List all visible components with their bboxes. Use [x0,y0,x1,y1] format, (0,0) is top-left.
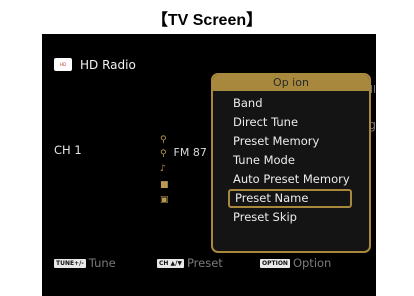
ch-key-icon: CH ▲/▼ [157,259,184,268]
album-icon: ▣ [160,195,169,205]
hint-preset: CH ▲/▼ Preset [157,256,223,270]
menu-item-tune-mode[interactable]: Tune Mode [233,151,363,170]
hd-radio-logo-icon: HD Radio [54,58,72,71]
hint-preset-label: Preset [186,256,223,270]
person-icon: ■ [160,180,169,190]
hint-option: OPTION Option [260,256,331,270]
source-label: HD Radio [80,58,136,72]
hint-option-label: Option [292,256,332,270]
option-key-icon: OPTION [260,259,290,268]
station-label: FM 87 [173,146,207,159]
menu-item-direct-tune[interactable]: Direct Tune [233,113,363,132]
option-menu-title: Op ion [213,75,369,91]
hint-tune: TUNE+/- Tune [54,256,116,270]
menu-item-band[interactable]: Band [233,94,363,113]
info-row-signal: ⚲ [160,132,170,145]
music-note-icon: ♪ [160,164,166,174]
channel-label: CH 1 [54,143,82,157]
tune-key-icon: TUNE+/- [54,259,86,268]
option-menu: Op ion Band Direct Tune Preset Memory Tu… [211,73,371,253]
info-row-artist: ■ [160,177,170,190]
hint-tune-label: Tune [88,256,116,270]
menu-item-preset-skip[interactable]: Preset Skip [233,208,363,227]
antenna-icon: ⚲ [160,135,167,145]
info-row-station: ⚲ FM 87 [160,146,207,159]
menu-item-auto-preset-memory[interactable]: Auto Preset Memory [233,170,363,189]
menu-item-preset-memory[interactable]: Preset Memory [233,132,363,151]
antenna-icon: ⚲ [160,149,167,159]
tv-screen: HD Radio HD Radio CH 1 ⚲ ⚲ FM 87 ♪ ■ ▣ i… [42,34,376,296]
tv-screen-heading: 【TV Screen】 [151,12,263,29]
info-row-album: ▣ [160,192,170,205]
menu-item-preset-name[interactable]: Preset Name [228,189,352,208]
info-row-music: ♪ [160,161,170,174]
